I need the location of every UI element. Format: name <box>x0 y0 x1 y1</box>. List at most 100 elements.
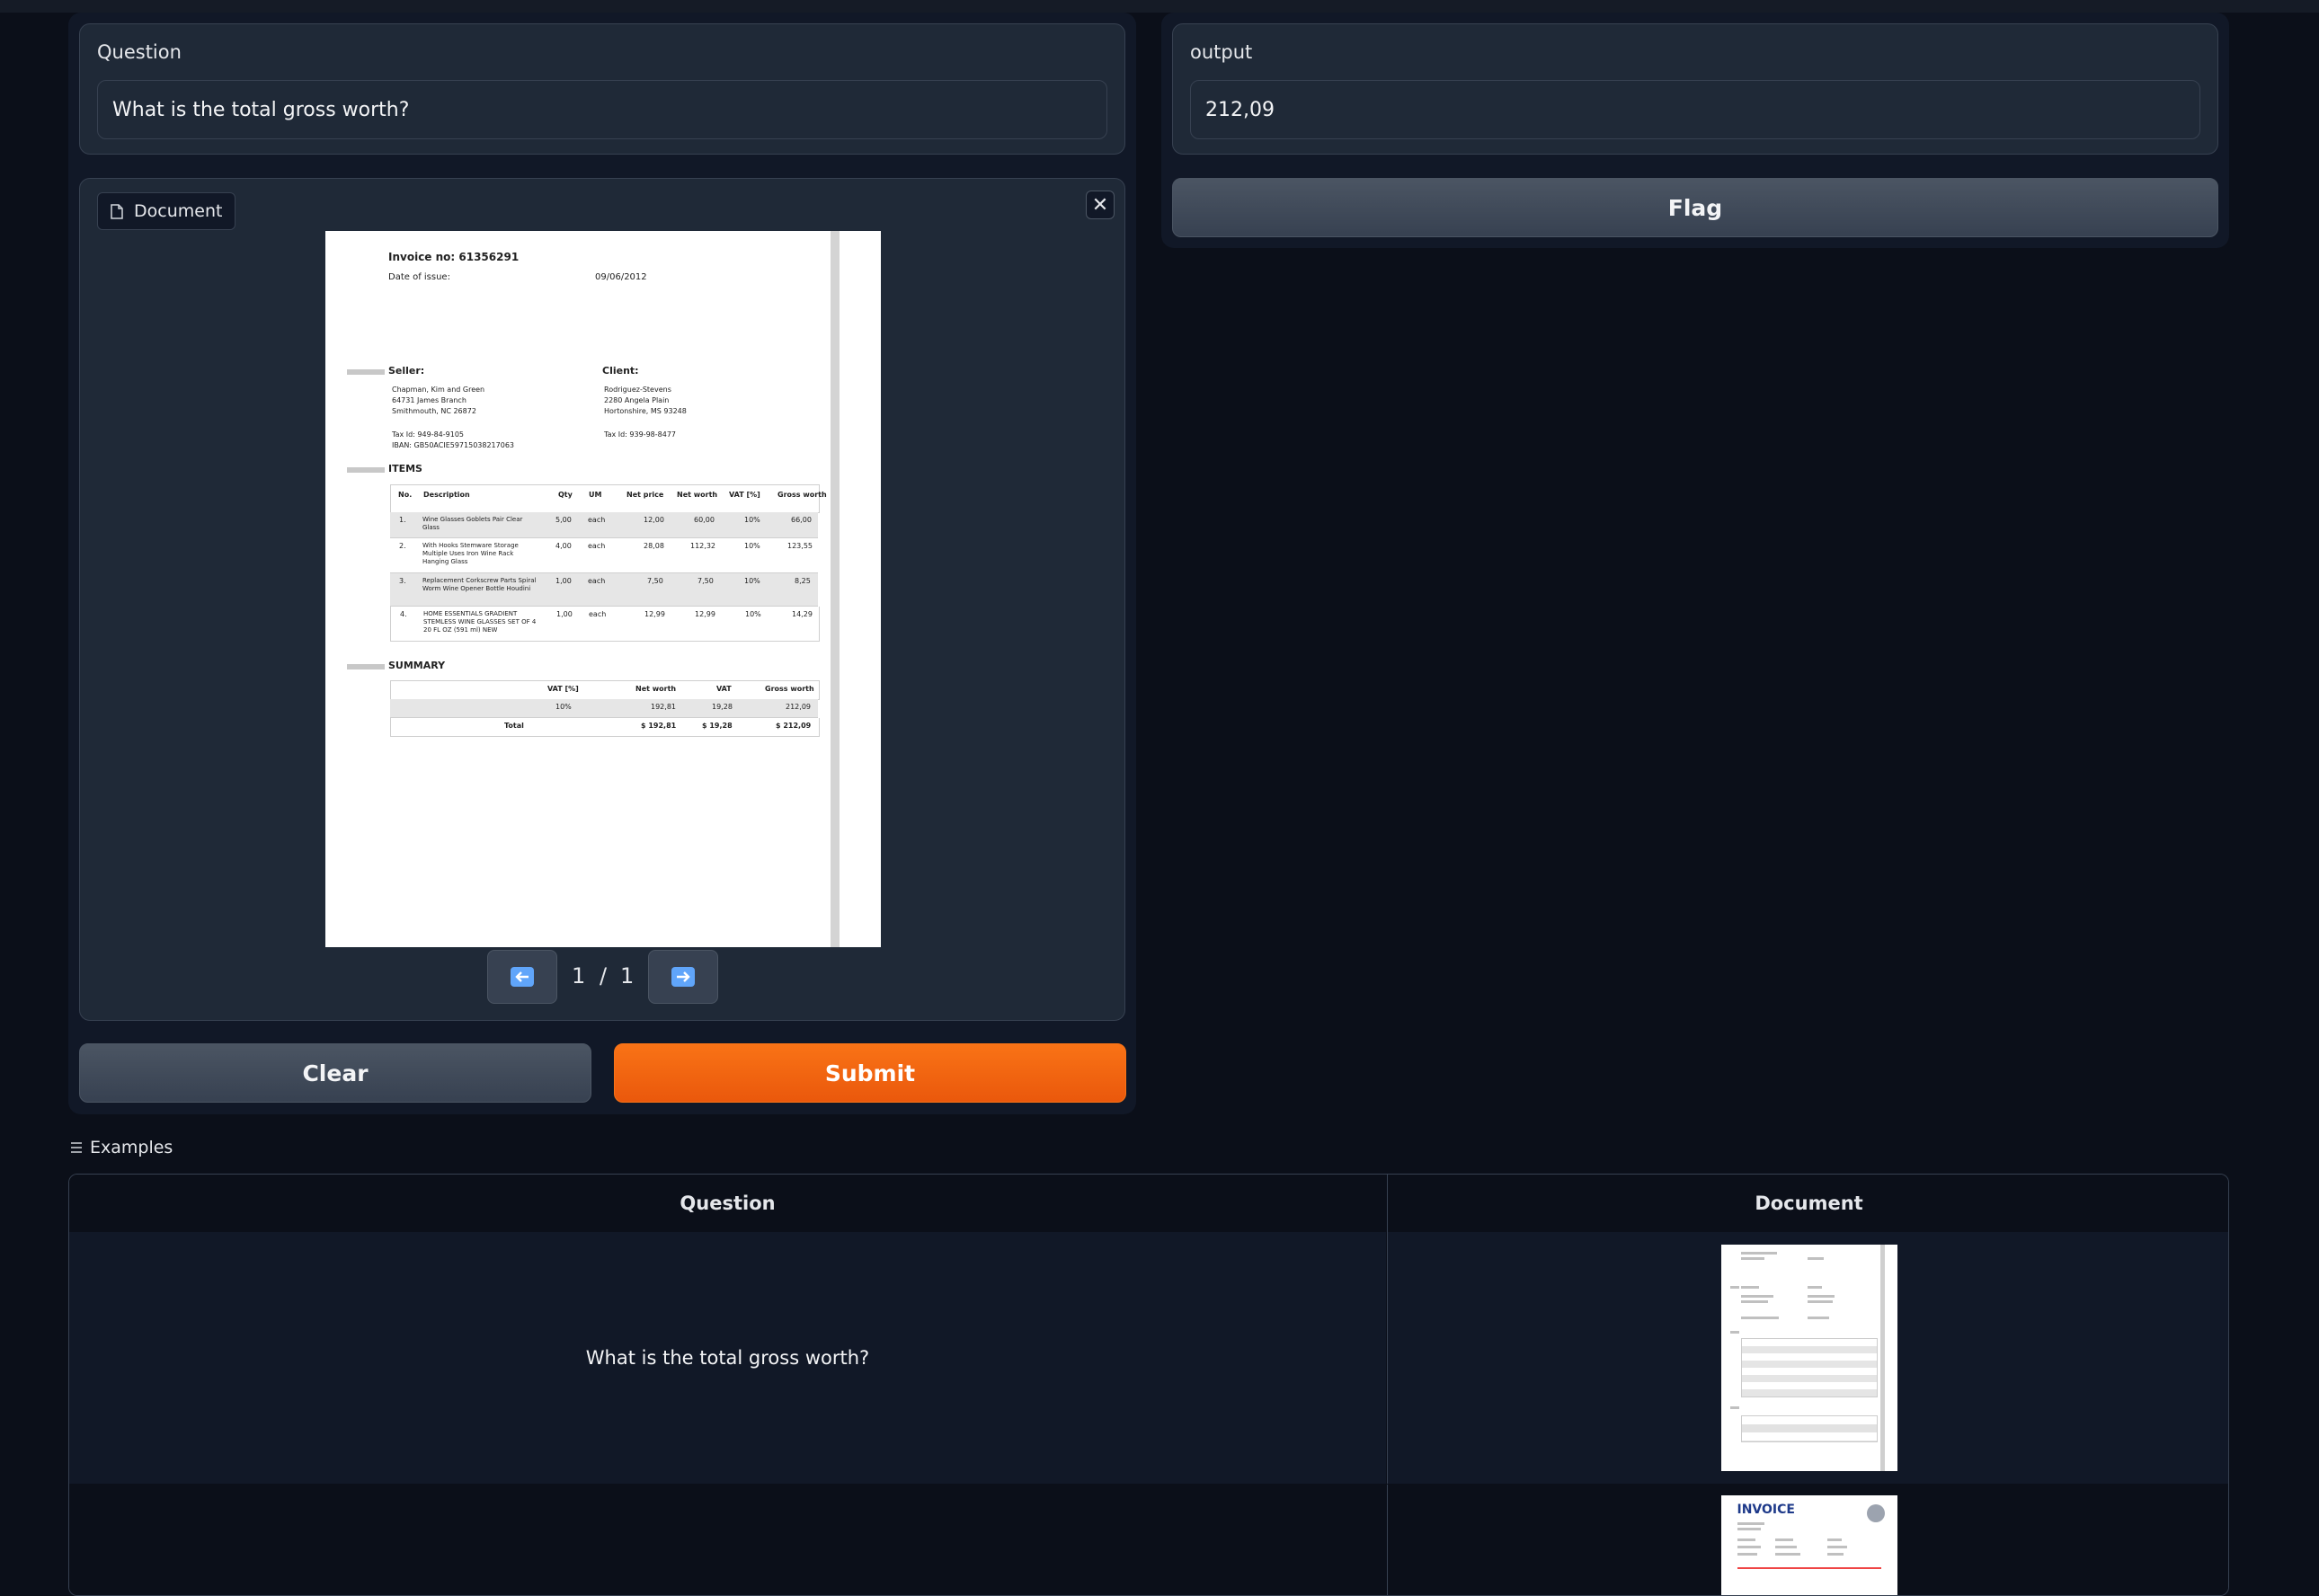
item-cell: each <box>588 516 606 524</box>
example-row-document[interactable] <box>1387 1232 2228 1484</box>
item-cell: each <box>589 610 607 618</box>
prev-page-button[interactable] <box>487 950 557 1004</box>
items-col-header: VAT [%] <box>729 491 760 499</box>
seller-tax: Tax Id: 949-84-9105 <box>392 430 464 439</box>
question-input[interactable]: What is the total gross worth? <box>97 80 1107 139</box>
item-cell: 12,00 <box>644 516 664 524</box>
item-cell: 5,00 <box>555 516 572 524</box>
item-cell: 14,29 <box>792 610 813 618</box>
clear-document-button[interactable]: ✕ <box>1086 191 1115 219</box>
examples-table: Question Document What is the total gros… <box>68 1174 2229 1596</box>
item-cell: 4. <box>400 610 407 618</box>
document-page: Invoice no: 61356291 Date of issue: 09/0… <box>325 231 881 947</box>
example-thumbnail: INVOICE <box>1720 1495 1897 1595</box>
file-icon <box>111 203 123 219</box>
items-col-header: Description <box>423 491 470 499</box>
seller-line: Smithmouth, NC 26872 <box>392 407 476 415</box>
item-cell: HOME ESSENTIALS GRADIENT STEMLESS WINE G… <box>423 610 537 634</box>
submit-button[interactable]: Submit <box>614 1043 1126 1103</box>
flag-button[interactable]: Flag <box>1172 178 2218 237</box>
page-current: 1 <box>572 963 586 989</box>
item-cell: Replacement Corkscrew Parts Spiral Worm … <box>422 577 537 592</box>
summary-header-row: VAT [%] Net worth VAT Gross worth <box>390 680 820 700</box>
next-page-button[interactable] <box>648 950 718 1004</box>
client-line: Rodriguez-Stevens <box>604 386 671 394</box>
summary-cell: 19,28 <box>712 703 733 711</box>
summary-heading: SUMMARY <box>388 660 446 671</box>
client-tax: Tax Id: 939-98-8477 <box>604 430 676 439</box>
item-cell: 10% <box>744 516 760 524</box>
item-cell: 123,55 <box>787 542 813 550</box>
invoice-title: Invoice no: 61356291 <box>388 251 520 263</box>
items-heading: ITEMS <box>388 463 422 474</box>
summary-total-cell: $ 212,09 <box>776 722 812 730</box>
item-cell: 1,00 <box>556 610 573 618</box>
clear-button[interactable]: Clear <box>79 1043 591 1103</box>
examples-col-question: Question <box>69 1175 1386 1232</box>
items-row: 2. With Hooks Stemware Storage Multiple … <box>390 538 818 573</box>
item-cell: 2. <box>399 542 406 550</box>
invoice-date-label: Date of issue: <box>388 272 450 282</box>
page-total: 1 <box>620 963 635 989</box>
summary-cell: 192,81 <box>651 703 676 711</box>
summary-total-cell: $ 192,81 <box>641 722 677 730</box>
summary-row: 10% 192,81 19,28 212,09 <box>390 699 818 718</box>
summary-col-header: Gross worth <box>765 685 814 693</box>
item-cell: 1,00 <box>555 577 572 585</box>
list-icon <box>71 1142 82 1153</box>
question-label: Question <box>97 41 182 63</box>
item-cell: With Hooks Stemware Storage Multiple Use… <box>422 542 519 565</box>
items-col-header: UM <box>589 491 602 499</box>
item-cell: 66,00 <box>791 516 812 524</box>
document-label: Document <box>97 192 236 230</box>
output-label: output <box>1190 41 1253 63</box>
seller-iban: IBAN: GB50ACIE59715038217063 <box>392 441 514 449</box>
top-bar <box>0 0 2319 13</box>
item-cell: 60,00 <box>694 516 715 524</box>
summary-total-cell: $ 19,28 <box>702 722 733 730</box>
item-cell: 4,00 <box>555 542 572 550</box>
items-row: 4. HOME ESSENTIALS GRADIENT STEMLESS WIN… <box>390 607 820 642</box>
examples-header[interactable]: Examples <box>70 1138 173 1157</box>
summary-total-label: Total <box>504 722 524 730</box>
seller-line: Chapman, Kim and Green <box>392 386 485 394</box>
item-cell: 1. <box>399 516 406 524</box>
item-cell: 7,50 <box>647 577 663 585</box>
example-thumbnail <box>1720 1245 1897 1471</box>
seller-line: 64731 James Branch <box>392 396 466 404</box>
item-cell: Wine Glasses Goblets Pair Clear Glass <box>422 516 523 531</box>
item-cell: each <box>588 577 606 585</box>
example-row-document[interactable]: INVOICE <box>1387 1485 2228 1595</box>
item-cell: 7,50 <box>697 577 714 585</box>
item-cell: 112,32 <box>690 542 715 550</box>
client-heading: Client: <box>602 365 639 377</box>
summary-col-header: VAT [%] <box>547 685 579 693</box>
items-row: 3. Replacement Corkscrew Parts Spiral Wo… <box>390 573 818 607</box>
items-col-header: Qty <box>558 491 573 499</box>
summary-cell: 212,09 <box>786 703 811 711</box>
page-scrollbar[interactable] <box>831 231 840 947</box>
client-line: 2280 Angela Plain <box>604 396 670 404</box>
items-row: 1. Wine Glasses Goblets Pair Clear Glass… <box>390 512 818 538</box>
arrow-right-icon <box>671 967 695 987</box>
item-cell: 3. <box>399 577 406 585</box>
items-header-row: No. Description Qty UM Net price Net wor… <box>390 484 827 513</box>
output-field[interactable]: 212,09 <box>1190 80 2200 139</box>
summary-col-header: VAT <box>716 685 732 693</box>
invoice-date-value: 09/06/2012 <box>595 272 647 282</box>
item-cell: 12,99 <box>644 610 665 618</box>
items-col-header: Net price <box>626 491 664 499</box>
page-separator: / <box>600 963 608 989</box>
client-line: Hortonshire, MS 93248 <box>604 407 687 415</box>
document-label-text: Document <box>134 201 223 221</box>
item-cell: 10% <box>744 577 760 585</box>
thumbnail-invoice-title: INVOICE <box>1737 1503 1795 1517</box>
items-col-header: Gross worth <box>777 491 827 499</box>
item-cell: 8,25 <box>795 577 811 585</box>
items-col-header: No. <box>398 491 413 499</box>
seller-heading: Seller: <box>388 365 425 377</box>
summary-col-header: Net worth <box>635 685 677 693</box>
example-row-question[interactable] <box>69 1485 1386 1595</box>
item-cell: 10% <box>745 610 761 618</box>
example-row-question[interactable]: What is the total gross worth? <box>69 1232 1386 1484</box>
